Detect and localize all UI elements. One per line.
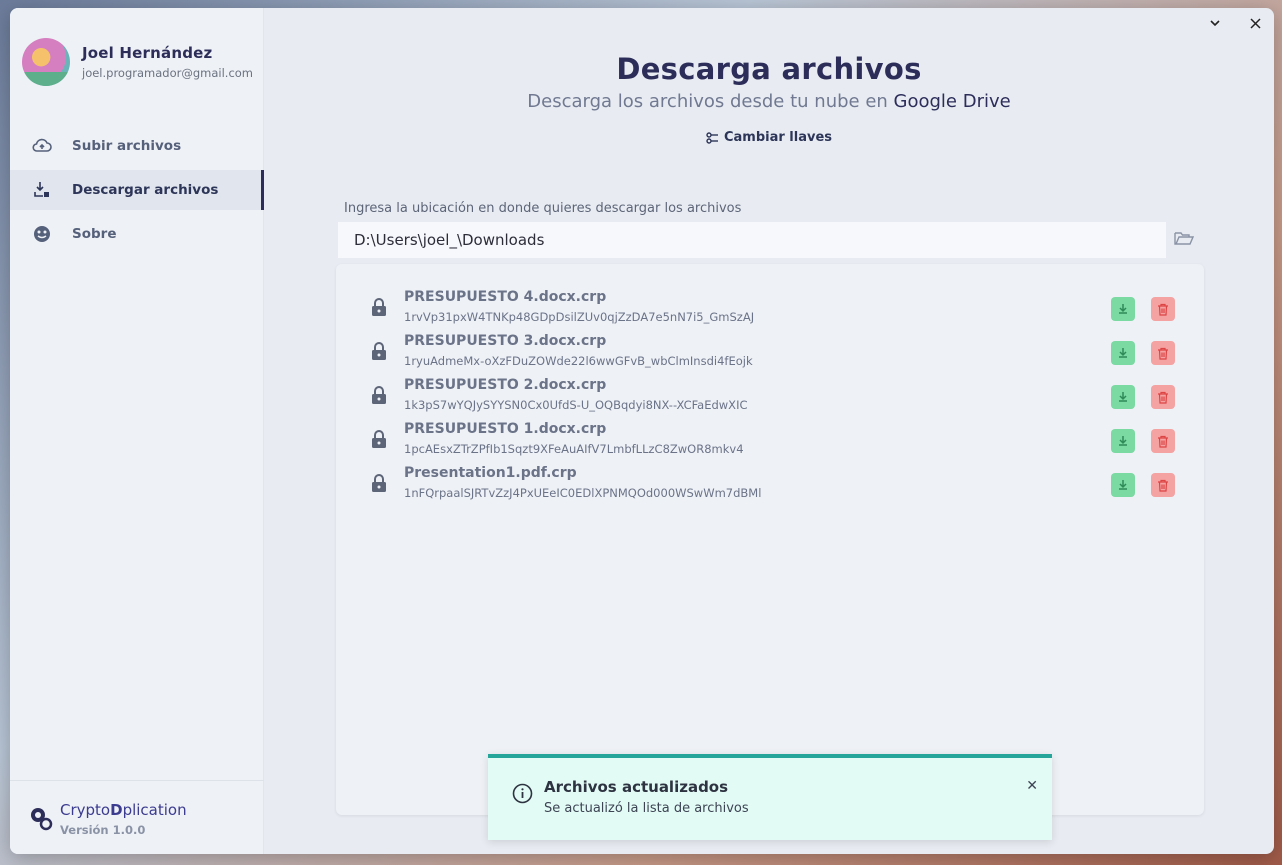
page-title: Descarga archivos (616, 52, 922, 86)
list-item: PRESUPUESTO 4.docx.crp 1rvVp31pxW4TNKp48… (368, 288, 1178, 328)
download-file-button[interactable] (1111, 385, 1135, 409)
lock-icon (371, 430, 387, 452)
download-file-button[interactable] (1111, 429, 1135, 453)
avatar (22, 38, 70, 86)
download-icon (1119, 480, 1127, 490)
download-icon (1119, 436, 1127, 446)
delete-file-button[interactable] (1151, 385, 1175, 409)
sidebar-footer: CryptoDplication Versión 1.0.0 (10, 780, 264, 854)
file-id: 1k3pS7wYQJySYYSN0Cx0UfdS-U_OQBqdyi8NX--X… (404, 398, 748, 412)
file-name: PRESUPUESTO 1.docx.crp (404, 421, 607, 437)
sidebar-nav: Subir archivos Descargar archivos Sobre (10, 126, 264, 258)
trash-icon (1158, 479, 1168, 492)
toast-title: Archivos actualizados (544, 778, 729, 796)
info-face-icon (32, 224, 52, 244)
change-keys-label: Cambiar llaves (723, 130, 833, 145)
user-email: joel.programador@gmail.com (82, 66, 254, 80)
brand-logo-icon (30, 807, 54, 835)
list-item: Presentation1.pdf.crp 1nFQrpaalSJRTvZzJ4… (368, 464, 1178, 504)
toast-notification: Archivos actualizados Se actualizó la li… (488, 754, 1052, 840)
sidebar-item-subir-archivos[interactable]: Subir archivos (10, 126, 264, 166)
toast-close-button[interactable]: ✕ (1026, 778, 1038, 794)
sidebar-item-sobre[interactable]: Sobre (10, 214, 264, 254)
lock-icon (371, 298, 387, 320)
lock-icon (371, 386, 387, 408)
sidebar-item-label: Subir archivos (72, 138, 182, 154)
cloud-upload-icon (32, 136, 52, 156)
user-profile: Joel Hernández joel.programador@gmail.co… (22, 38, 253, 86)
list-item: PRESUPUESTO 3.docx.crp 1ryuAdmeMx-oXzFDu… (368, 332, 1178, 372)
file-id: 1ryuAdmeMx-oXzFDuZOWde22l6wwGFvB_wbClmIn… (404, 354, 753, 368)
delete-file-button[interactable] (1151, 297, 1175, 321)
file-id: 1pcAEsxZTrZPfIb1Sqzt9XFeAuAIfV7LmbfLLzC8… (404, 442, 744, 456)
file-id: 1nFQrpaalSJRTvZzJ4PxUEeIC0EDlXPNMQOd000W… (404, 486, 762, 500)
sidebar-item-descargar-archivos[interactable]: Descargar archivos (10, 170, 264, 210)
delete-file-button[interactable] (1151, 429, 1175, 453)
app-window: Joel Hernández joel.programador@gmail.co… (10, 8, 1274, 854)
file-id: 1rvVp31pxW4TNKp48GDpDsilZUv0qjZzDA7e5nN7… (404, 310, 755, 324)
info-icon (512, 783, 533, 808)
user-name: Joel Hernández (82, 44, 213, 62)
toast-message: Se actualizó la lista de archivos (544, 801, 749, 816)
sidebar: Joel Hernández joel.programador@gmail.co… (10, 8, 264, 854)
list-item: PRESUPUESTO 2.docx.crp 1k3pS7wYQJySYYSN0… (368, 376, 1178, 416)
delete-file-button[interactable] (1151, 473, 1175, 497)
folder-open-icon[interactable] (1174, 230, 1195, 250)
download-file-button[interactable] (1111, 341, 1135, 365)
lock-icon (371, 474, 387, 496)
change-keys-button[interactable]: Cambiar llaves (706, 130, 832, 145)
lock-icon (371, 342, 387, 364)
location-input[interactable] (338, 222, 1166, 258)
delete-file-button[interactable] (1151, 341, 1175, 365)
download-icon (1119, 348, 1127, 358)
sidebar-item-label: Descargar archivos (72, 182, 219, 198)
sidebar-item-label: Sobre (72, 226, 117, 242)
main-content: Descarga archivos Descarga los archivos … (264, 8, 1274, 854)
file-name: Presentation1.pdf.crp (404, 465, 577, 481)
file-name: PRESUPUESTO 3.docx.crp (404, 333, 607, 349)
download-icon (32, 180, 52, 200)
file-name: PRESUPUESTO 2.docx.crp (404, 377, 607, 393)
brand-version: Versión 1.0.0 (60, 823, 146, 837)
page-subtitle: Descarga los archivos desde tu nube en G… (527, 91, 1011, 112)
brand-name: CryptoDplication (60, 801, 187, 819)
trash-icon (1158, 391, 1168, 404)
files-list: PRESUPUESTO 4.docx.crp 1rvVp31pxW4TNKp48… (336, 264, 1204, 815)
download-file-button[interactable] (1111, 297, 1135, 321)
download-icon (1119, 392, 1127, 402)
download-file-button[interactable] (1111, 473, 1135, 497)
key-settings-icon (706, 131, 718, 144)
download-icon (1119, 304, 1127, 314)
trash-icon (1158, 435, 1168, 448)
list-item: PRESUPUESTO 1.docx.crp 1pcAEsxZTrZPfIb1S… (368, 420, 1178, 460)
location-label: Ingresa la ubicación en donde quieres de… (344, 201, 742, 216)
trash-icon (1158, 347, 1168, 360)
trash-icon (1158, 303, 1168, 316)
file-name: PRESUPUESTO 4.docx.crp (404, 289, 607, 305)
